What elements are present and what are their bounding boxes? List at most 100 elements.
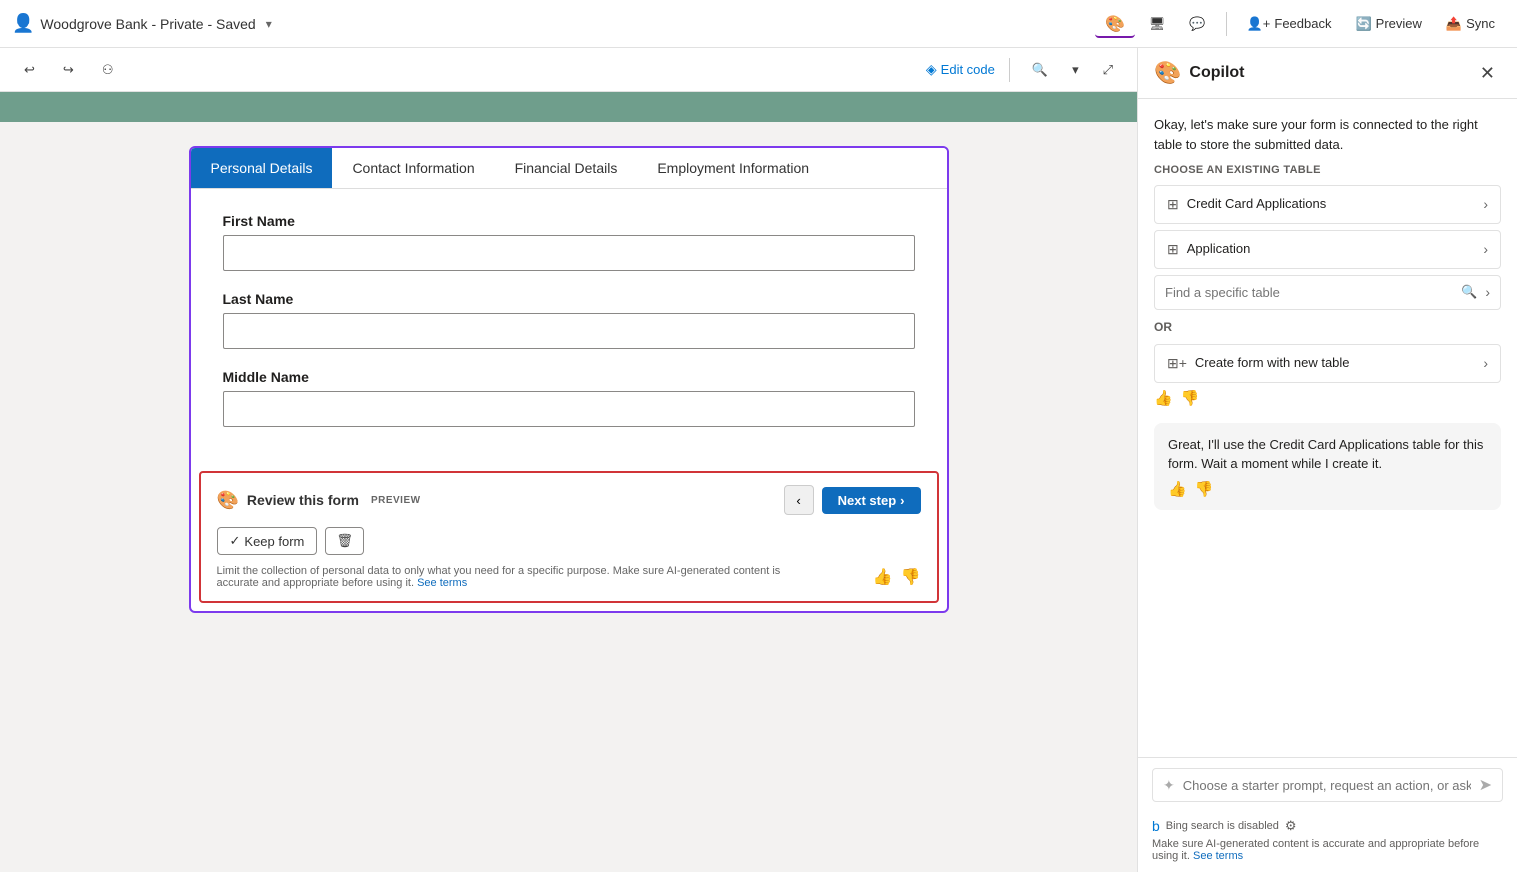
main-layout: ↩ ↪ ⚇ ◈ Edit code 🔍 ▾ ⤢	[0, 48, 1517, 872]
review-bar-actions: ✓ Keep form 🗑	[217, 527, 921, 555]
copilot-input-row: ✦ ➤	[1152, 768, 1503, 802]
keep-form-btn[interactable]: ✓ Keep form	[217, 527, 318, 555]
chat-icon: 💬	[1189, 16, 1205, 32]
msg-thumbs-down-2[interactable]: 👎	[1195, 480, 1214, 498]
zoom-btn[interactable]: 🔍	[1024, 58, 1056, 82]
review-bar-title: 🎨 Review this form PREVIEW	[217, 490, 421, 511]
redo-btn[interactable]: ↪	[55, 58, 82, 82]
copilot-message-1: Okay, let's make sure your form is conne…	[1154, 115, 1501, 407]
copilot-text-input[interactable]	[1183, 778, 1471, 793]
preview-btn[interactable]: 🔄 Preview	[1345, 12, 1431, 36]
topbar-left: 👤 Woodgrove Bank - Private - Saved ▾	[12, 13, 1087, 34]
last-name-input[interactable]	[223, 313, 915, 349]
monitor-icon: 🖥	[1149, 16, 1166, 32]
thumbs-up-btn[interactable]: 👍	[873, 567, 893, 587]
msg-thumbs-down-1[interactable]: 👎	[1181, 389, 1200, 407]
copilot-msg-feedback-2: 👍 👎	[1168, 480, 1487, 498]
field-group-middle-name: Middle Name	[223, 369, 915, 427]
chat-btn[interactable]: 💬	[1179, 12, 1215, 36]
review-feedback-icons: 👍 👎	[873, 567, 921, 587]
tab-financial-details[interactable]: Financial Details	[495, 148, 638, 188]
create-table-icon: ⊞+	[1167, 353, 1187, 374]
copilot-review-icon: 🎨	[217, 490, 239, 511]
preview-label: Preview	[1376, 16, 1422, 31]
create-table-option[interactable]: ⊞+ Create form with new table ›	[1154, 344, 1501, 383]
find-table-input[interactable]	[1165, 285, 1453, 300]
bing-notice-row: b Bing search is disabled ⚙	[1152, 818, 1503, 834]
see-terms-link[interactable]: See terms	[417, 577, 467, 589]
tab-personal-details[interactable]: Personal Details	[191, 148, 333, 188]
bing-label: Bing search is disabled	[1166, 820, 1279, 832]
msg-thumbs-up-1[interactable]: 👍	[1154, 389, 1173, 407]
middle-name-input[interactable]	[223, 391, 915, 427]
feedback-person-icon: 👤+	[1247, 16, 1271, 32]
table-option-left-2: ⊞ Application	[1167, 239, 1250, 260]
review-bar-header: 🎨 Review this form PREVIEW ‹ Next step ›	[217, 485, 921, 515]
connect-btn[interactable]: ⚇	[94, 58, 122, 82]
chevron-right-icon-1: ›	[1483, 194, 1488, 215]
chevron-right-icon-2: ›	[1483, 239, 1488, 260]
keep-form-label: Keep form	[244, 534, 304, 549]
copilot-multicolor-icon: 🎨	[1105, 14, 1125, 34]
msg-thumbs-up-2[interactable]: 👍	[1168, 480, 1187, 498]
find-table-chevron: ›	[1485, 282, 1490, 303]
search-icon: 🔍	[1461, 282, 1477, 302]
tab-employment-information[interactable]: Employment Information	[637, 148, 829, 188]
table-option-credit-card[interactable]: ⊞ Credit Card Applications ›	[1154, 185, 1501, 224]
thumbs-down-btn[interactable]: 👎	[901, 567, 921, 587]
form-container: Personal Details Contact Information Fin…	[189, 146, 949, 613]
form-body: First Name Last Name Middle Name	[191, 189, 947, 463]
sync-btn[interactable]: 📤 Sync	[1436, 12, 1505, 36]
sync-label: Sync	[1466, 16, 1495, 31]
table-grid-icon-1: ⊞	[1167, 194, 1179, 215]
bing-see-terms-link[interactable]: See terms	[1193, 850, 1243, 862]
delete-btn[interactable]: 🗑	[325, 527, 364, 555]
next-step-label: Next step	[838, 493, 897, 508]
form-wrapper: Personal Details Contact Information Fin…	[189, 146, 949, 613]
table-option-left-1: ⊞ Credit Card Applications	[1167, 194, 1326, 215]
prev-step-btn[interactable]: ‹	[784, 485, 814, 515]
vscode-icon: ◈	[926, 61, 937, 78]
topbar-dropdown[interactable]: ▾	[262, 15, 276, 33]
middle-name-label: Middle Name	[223, 369, 915, 385]
copilot-topbar-btn[interactable]: 🎨	[1095, 10, 1135, 38]
find-table-option: 🔍 ›	[1154, 275, 1501, 310]
copilot-panel-title: Copilot	[1189, 64, 1466, 82]
first-name-label: First Name	[223, 213, 915, 229]
copilot-message-2-text: Great, I'll use the Credit Card Applicat…	[1168, 435, 1487, 474]
copilot-close-btn[interactable]: ✕	[1474, 61, 1501, 86]
table-option-application[interactable]: ⊞ Application ›	[1154, 230, 1501, 269]
monitor-btn[interactable]: 🖥	[1139, 12, 1176, 36]
bing-notice: b Bing search is disabled ⚙ Make sure AI…	[1138, 812, 1517, 872]
topbar-right: 🎨 🖥 💬 👤+ Feedback 🔄 Preview 📤 Sync	[1095, 10, 1505, 38]
zoom-dropdown-btn[interactable]: ▾	[1064, 58, 1087, 82]
field-group-first-name: First Name	[223, 213, 915, 271]
canvas-scroll[interactable]: Personal Details Contact Information Fin…	[0, 92, 1137, 872]
copilot-send-btn[interactable]: ➤	[1479, 775, 1492, 795]
toolbar-right: ◈ Edit code 🔍 ▾ ⤢	[926, 58, 1121, 82]
review-disclaimer: Limit the collection of personal data to…	[217, 565, 797, 589]
chevron-right-icon-3: ›	[1483, 353, 1488, 374]
choose-table-label: Choose an existing table	[1154, 162, 1501, 179]
copilot-panel: 🎨 Copilot ✕ Okay, let's make sure your f…	[1137, 48, 1517, 872]
divider	[1226, 12, 1227, 36]
expand-btn[interactable]: ⤢	[1095, 58, 1121, 82]
sync-icon: 📤	[1446, 16, 1462, 32]
copilot-message-2: Great, I'll use the Credit Card Applicat…	[1154, 423, 1501, 510]
undo-btn[interactable]: ↩	[16, 58, 43, 82]
topbar: 👤 Woodgrove Bank - Private - Saved ▾ 🎨 🖥…	[0, 0, 1517, 48]
spark-btn[interactable]: ✦	[1163, 777, 1175, 794]
copilot-header: 🎨 Copilot ✕	[1138, 48, 1517, 99]
toolbar-divider	[1009, 58, 1010, 82]
table-grid-icon-2: ⊞	[1167, 239, 1179, 260]
first-name-input[interactable]	[223, 235, 915, 271]
next-step-btn[interactable]: Next step ›	[822, 487, 921, 514]
edit-code-btn[interactable]: ◈ Edit code	[926, 61, 995, 78]
or-divider: OR	[1154, 318, 1501, 336]
review-bar-nav: ‹ Next step ›	[784, 485, 921, 515]
checkmark-icon: ✓	[230, 533, 241, 549]
review-footer: Limit the collection of personal data to…	[217, 565, 921, 589]
feedback-btn[interactable]: 👤+ Feedback	[1237, 12, 1342, 36]
user-icon: 👤	[12, 13, 34, 34]
tab-contact-information[interactable]: Contact Information	[332, 148, 494, 188]
